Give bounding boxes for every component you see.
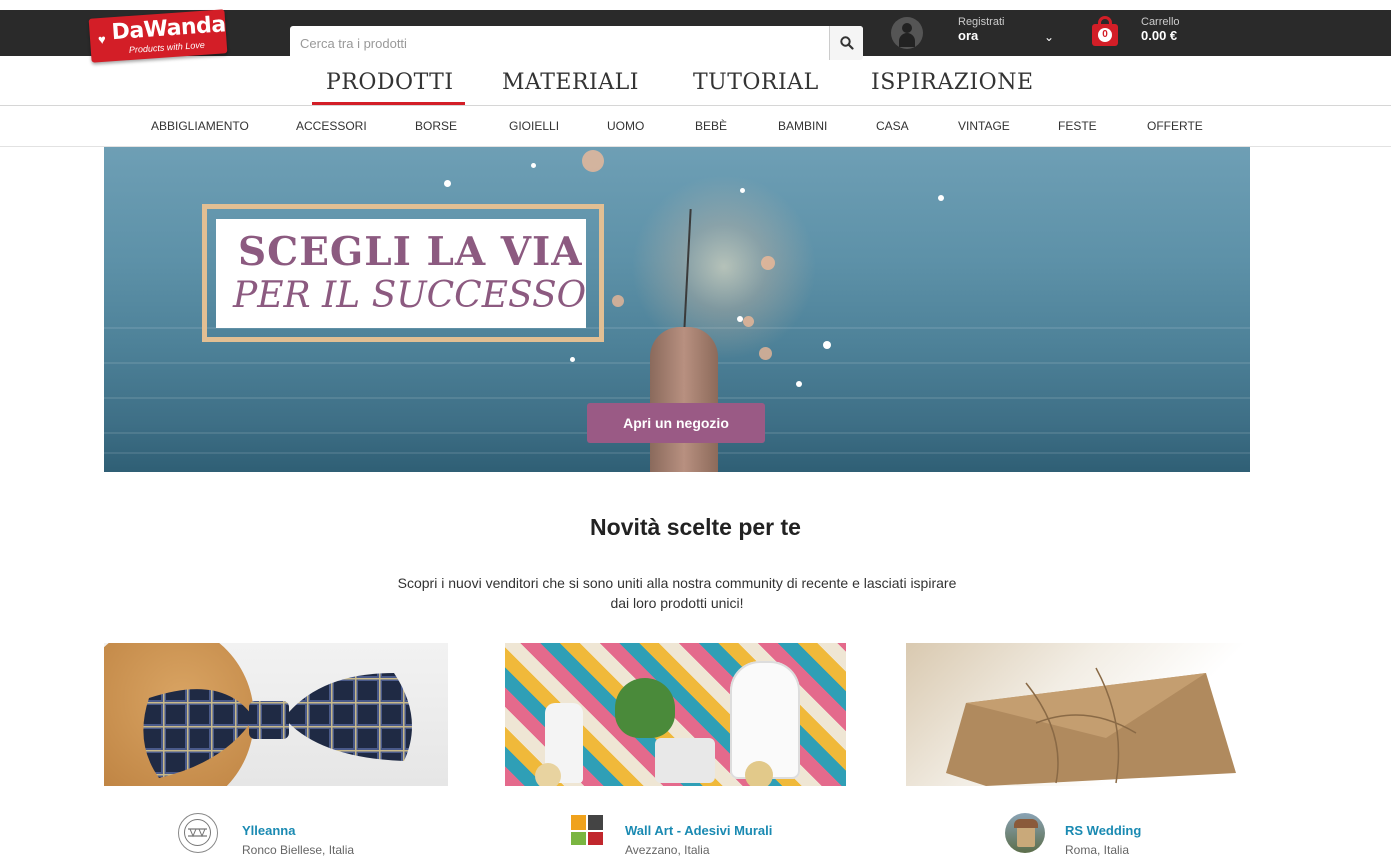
nav-materiali[interactable]: MATERIALI xyxy=(502,70,639,95)
register-link[interactable]: Registrati ora xyxy=(958,16,1004,43)
nav-tutorial[interactable]: TUTORIAL xyxy=(693,70,819,95)
shop-name[interactable]: RS Wedding xyxy=(1065,823,1141,838)
open-shop-button[interactable]: Apri un negozio xyxy=(587,403,765,443)
hero-subheadline: PER IL SUCCESSO xyxy=(233,275,587,316)
hero-headline: SCEGLI LA VIA xyxy=(238,229,583,275)
product-image-bowtie[interactable] xyxy=(104,643,448,786)
section-title: Novità scelte per te xyxy=(590,514,801,540)
shop-logo-wallart-icon xyxy=(568,813,608,853)
cat-abbigliamento[interactable]: ABBIGLIAMENTO xyxy=(151,119,249,133)
product-image-wallart[interactable] xyxy=(505,643,846,786)
cart-icon[interactable]: 0 xyxy=(1090,14,1120,48)
product-image-envelope[interactable] xyxy=(906,643,1250,786)
user-avatar-icon[interactable] xyxy=(891,17,923,49)
envelope-icon xyxy=(946,667,1236,786)
shop-location: Ronco Biellese, Italia xyxy=(242,843,355,857)
cat-gioielli[interactable]: GIOIELLI xyxy=(509,119,559,133)
cart-label: Carrello xyxy=(1141,16,1180,28)
cat-casa[interactable]: CASA xyxy=(876,119,909,133)
cat-uomo[interactable]: UOMO xyxy=(607,119,644,133)
cat-vintage[interactable]: VINTAGE xyxy=(958,119,1010,133)
top-margin xyxy=(0,0,1391,10)
search-bar xyxy=(290,26,863,60)
shop-name[interactable]: Wall Art - Adesivi Murali xyxy=(625,823,772,838)
cat-bambini[interactable]: BAMBINI xyxy=(778,119,827,133)
nav-ispirazione[interactable]: ISPIRAZIONE xyxy=(871,70,1034,95)
logo-name: DaWanda xyxy=(110,12,227,46)
search-button[interactable] xyxy=(829,26,863,60)
cat-feste[interactable]: FESTE xyxy=(1058,119,1097,133)
raised-hand xyxy=(650,327,718,472)
section-description: Scopri i nuovi venditori che si sono uni… xyxy=(397,575,957,611)
cart-count: 0 xyxy=(1098,28,1112,42)
cat-bebe[interactable]: BEBÈ xyxy=(695,119,727,133)
register-now: ora xyxy=(958,28,979,43)
shop-logo-rswedding-icon xyxy=(1005,813,1045,853)
chevron-down-icon[interactable]: ⌄ xyxy=(1044,30,1054,44)
shop-location: Roma, Italia xyxy=(1065,843,1130,857)
nav-prodotti[interactable]: PRODOTTI xyxy=(326,70,454,95)
cat-borse[interactable]: BORSE xyxy=(415,119,457,133)
main-nav: PRODOTTI MATERIALI TUTORIAL ISPIRAZIONE xyxy=(0,56,1391,106)
search-input[interactable] xyxy=(290,26,829,60)
logo-badge: ♥ DaWanda Products with Love xyxy=(88,9,228,63)
shop-location: Avezzano, Italia xyxy=(625,843,710,857)
category-nav: ABBIGLIAMENTO ACCESSORI BORSE GIOIELLI U… xyxy=(0,107,1391,147)
shop-logo-ylleanna-icon xyxy=(178,813,218,853)
search-icon xyxy=(839,36,854,50)
heart-icon: ♥ xyxy=(97,31,107,48)
bowtie-icon xyxy=(143,673,412,778)
register-label: Registrati xyxy=(958,16,1005,28)
sparkler-glow xyxy=(624,167,824,367)
shop-name[interactable]: Ylleanna xyxy=(242,823,295,838)
cart-link[interactable]: Carrello 0.00 € xyxy=(1141,16,1180,43)
active-nav-underline xyxy=(312,102,465,105)
cat-offerte[interactable]: OFFERTE xyxy=(1147,119,1203,133)
cart-total: 0.00 € xyxy=(1141,28,1178,43)
cat-accessori[interactable]: ACCESSORI xyxy=(296,119,367,133)
